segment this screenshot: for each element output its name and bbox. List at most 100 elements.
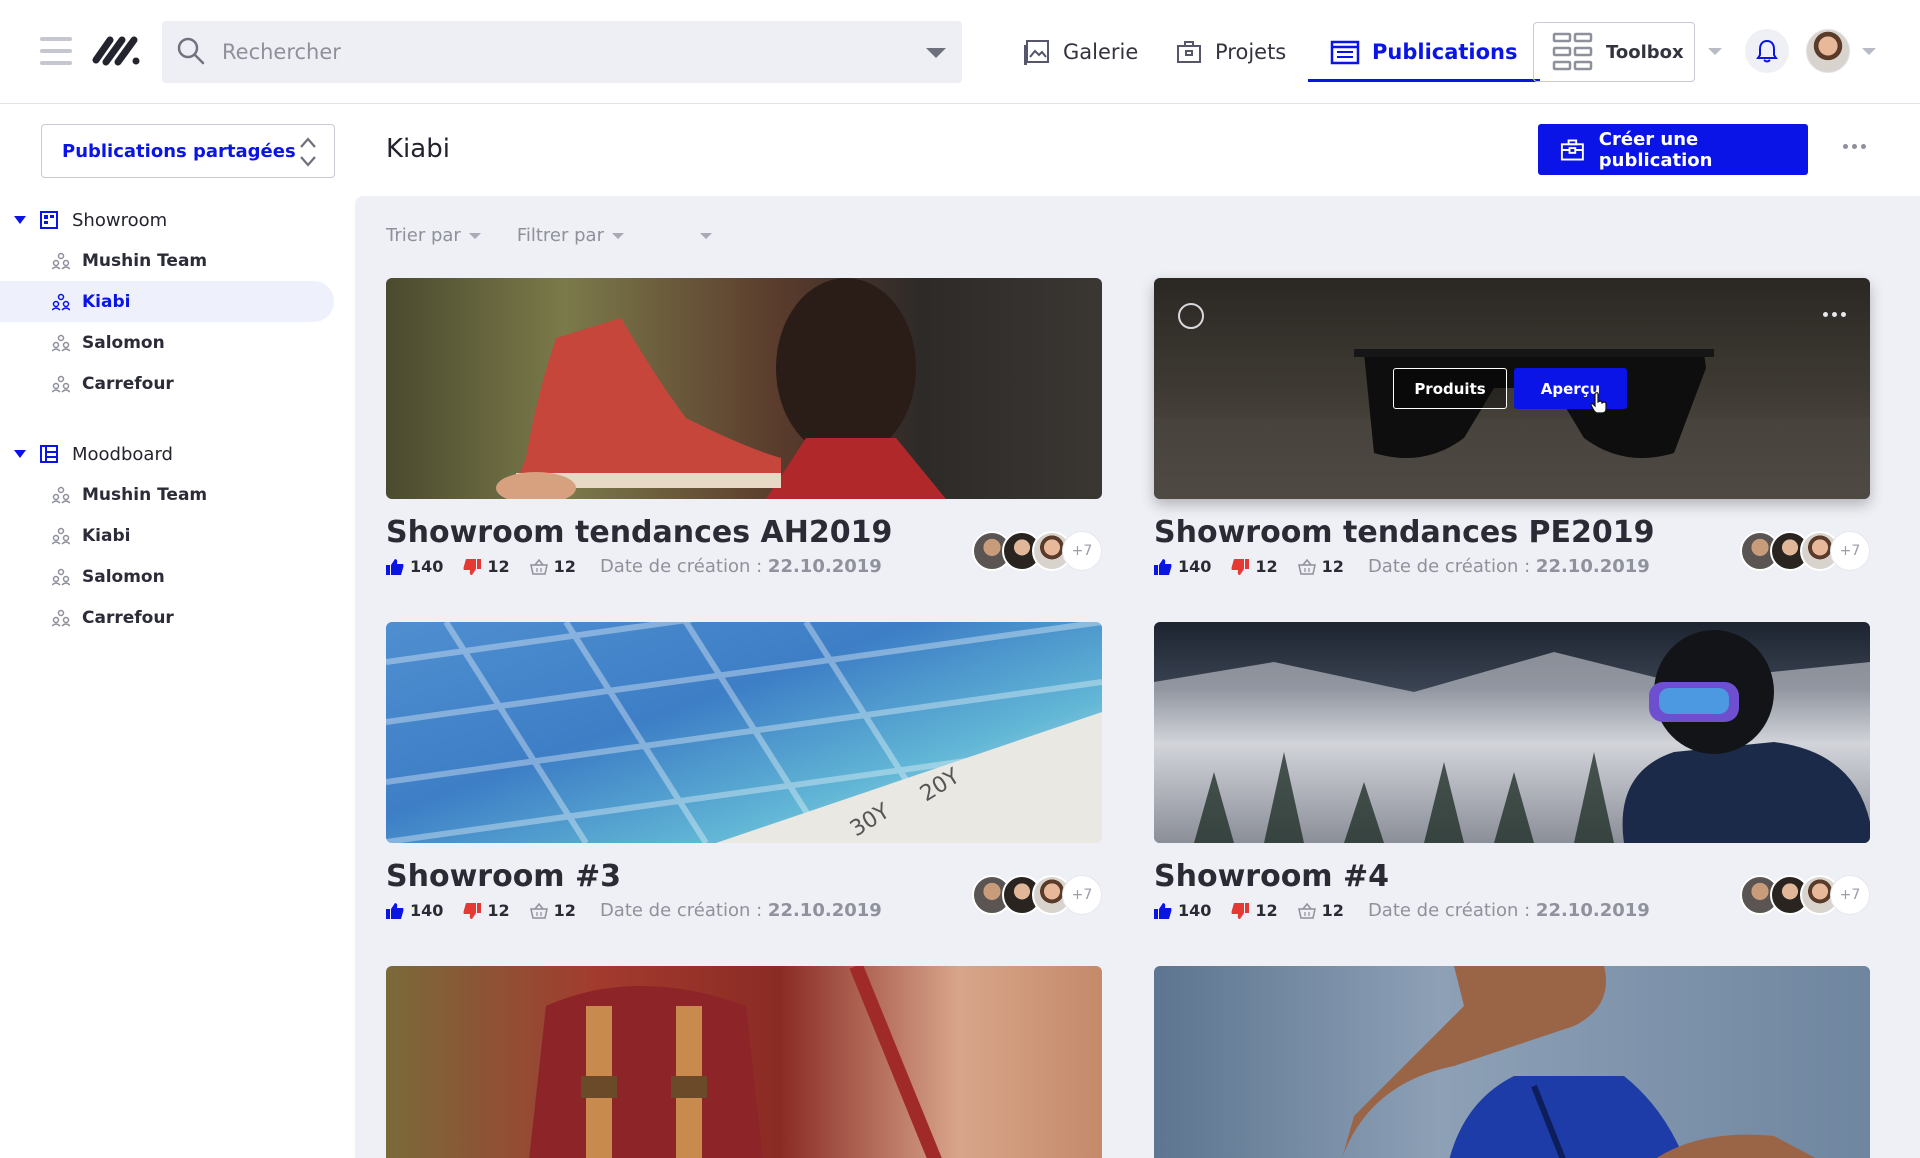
- creation-date: Date de création : 22.10.2019: [1368, 900, 1650, 921]
- profile-chevron-down-icon[interactable]: [1862, 48, 1876, 55]
- nav-publications-label: Publications: [1372, 40, 1518, 64]
- caret-down-icon[interactable]: [14, 216, 26, 224]
- create-publication-button[interactable]: Créer une publication: [1538, 124, 1808, 175]
- nav-galerie[interactable]: Galerie: [1023, 0, 1138, 104]
- card-thumbnail[interactable]: [1154, 966, 1870, 1158]
- thumbs-up-icon: [386, 902, 404, 919]
- app-logo[interactable]: [92, 32, 144, 74]
- nav-projets[interactable]: Projets: [1175, 0, 1286, 104]
- sort-dropdown[interactable]: Trier par: [386, 225, 481, 246]
- collaborators[interactable]: +7: [972, 875, 1102, 915]
- filter-dropdown[interactable]: Filtrer par: [517, 225, 624, 246]
- thumbs-up-icon: [1154, 902, 1172, 919]
- bell-icon: [1756, 39, 1778, 63]
- card-thumbnail[interactable]: [386, 278, 1102, 499]
- extra-dropdown[interactable]: [699, 225, 712, 246]
- basket-value: 12: [553, 557, 576, 576]
- toolbox-label: Toolbox: [1606, 41, 1684, 63]
- publication-card[interactable]: [1154, 966, 1870, 1158]
- tree-header-moodboard[interactable]: Moodboard: [0, 434, 355, 474]
- dislikes-value: 12: [1255, 901, 1278, 920]
- toolbox-chevron-down-icon[interactable]: [1708, 48, 1722, 55]
- nav-galerie-label: Galerie: [1063, 40, 1139, 64]
- publication-card[interactable]: [386, 966, 1102, 1158]
- team-icon: [52, 527, 70, 545]
- sidebar-item-mushin-team[interactable]: Mushin Team: [0, 474, 355, 515]
- sidebar-item-label: Salomon: [82, 332, 165, 353]
- caret-down-icon[interactable]: [14, 450, 26, 458]
- select-checkbox[interactable]: [1178, 303, 1204, 329]
- more-options-icon[interactable]: [1843, 144, 1866, 149]
- tree-header-showroom[interactable]: Showroom: [0, 200, 355, 240]
- card-thumbnail[interactable]: [386, 966, 1102, 1158]
- preview-button[interactable]: Aperçu: [1514, 368, 1627, 409]
- date-label: Date de création :: [599, 900, 763, 921]
- user-avatar[interactable]: [1806, 29, 1850, 73]
- nav-projets-label: Projets: [1215, 40, 1287, 64]
- notifications-button[interactable]: [1745, 29, 1789, 73]
- card-more-options-icon[interactable]: [1823, 312, 1846, 317]
- menu-icon[interactable]: [40, 37, 72, 65]
- tree-header-label: Moodboard: [72, 443, 173, 465]
- publication-card[interactable]: 20Y 30Y Showroom #3 140 12 12 Date de cr…: [386, 622, 1102, 921]
- publication-card[interactable]: Showroom tendances AH2019 140 12 12 Date…: [386, 278, 1102, 577]
- sidebar-item-kiabi[interactable]: Kiabi: [0, 281, 334, 322]
- basket-count[interactable]: 12: [529, 557, 576, 576]
- dislikes-count[interactable]: 12: [1231, 901, 1278, 920]
- more-collaborators: +7: [1062, 875, 1102, 915]
- sort-updown-icon: [300, 137, 316, 167]
- team-icon: [52, 252, 70, 270]
- main-header: Kiabi Créer une publication: [355, 104, 1920, 196]
- thumbs-up-icon: [386, 558, 404, 575]
- dislikes-count[interactable]: 12: [1231, 557, 1278, 576]
- basket-count[interactable]: 12: [529, 901, 576, 920]
- basket-count[interactable]: 12: [1297, 557, 1344, 576]
- date-value: 22.10.2019: [767, 900, 882, 921]
- team-icon: [52, 568, 70, 586]
- dislikes-value: 12: [487, 557, 510, 576]
- sidebar-item-mushin-team[interactable]: Mushin Team: [0, 240, 355, 281]
- sunglasses-photo: [1154, 349, 1870, 499]
- dislikes-count[interactable]: 12: [463, 557, 510, 576]
- sidebar-item-label: Mushin Team: [82, 484, 208, 505]
- products-button[interactable]: Produits: [1393, 368, 1507, 409]
- card-thumbnail[interactable]: [1154, 622, 1870, 843]
- card-thumbnail[interactable]: Produits Aperçu: [1154, 278, 1870, 499]
- publication-card[interactable]: Showroom #4 140 12 12 Date de création :…: [1154, 622, 1870, 921]
- sidebar-item-carrefour[interactable]: Carrefour: [0, 363, 355, 404]
- date-label: Date de création :: [1367, 556, 1531, 577]
- more-collaborators: +7: [1062, 531, 1102, 571]
- search-input[interactable]: Rechercher: [162, 21, 962, 83]
- collaborators[interactable]: +7: [972, 531, 1102, 571]
- sidebar-item-carrefour[interactable]: Carrefour: [0, 597, 355, 638]
- basket-count[interactable]: 12: [1297, 901, 1344, 920]
- date-value: 22.10.2019: [767, 556, 882, 577]
- sidebar-item-label: Kiabi: [82, 291, 131, 312]
- likes-count[interactable]: 140: [1154, 901, 1211, 920]
- gallery-icon: [1024, 40, 1049, 65]
- showroom-icon: [40, 211, 58, 229]
- collaborators[interactable]: +7: [1740, 875, 1870, 915]
- sidebar-item-salomon[interactable]: Salomon: [0, 556, 355, 597]
- tree-group-showroom: Showroom Mushin Team Kiabi Salomon Carre…: [0, 200, 355, 404]
- publication-card[interactable]: Produits Aperçu Showroom tendances PE201…: [1154, 278, 1870, 577]
- publications-filter-select[interactable]: Publications partagées: [41, 124, 335, 178]
- sort-label: Trier par: [386, 225, 461, 246]
- toolbox-button[interactable]: Toolbox: [1533, 22, 1695, 82]
- sidebar-item-kiabi[interactable]: Kiabi: [0, 515, 355, 556]
- likes-count[interactable]: 140: [386, 901, 443, 920]
- team-icon: [52, 334, 70, 352]
- grid-icon: [1552, 32, 1593, 71]
- team-icon: [52, 486, 70, 504]
- collaborators[interactable]: +7: [1740, 531, 1870, 571]
- likes-count[interactable]: 140: [386, 557, 443, 576]
- chevron-down-icon[interactable]: [926, 48, 946, 58]
- date-label: Date de création :: [1367, 900, 1531, 921]
- likes-value: 140: [1178, 901, 1212, 920]
- sidebar-item-salomon[interactable]: Salomon: [0, 322, 355, 363]
- card-thumbnail[interactable]: 20Y 30Y: [386, 622, 1102, 843]
- creation-date: Date de création : 22.10.2019: [600, 556, 882, 577]
- dislikes-count[interactable]: 12: [463, 901, 510, 920]
- likes-count[interactable]: 140: [1154, 557, 1211, 576]
- nav-publications[interactable]: Publications: [1308, 0, 1540, 104]
